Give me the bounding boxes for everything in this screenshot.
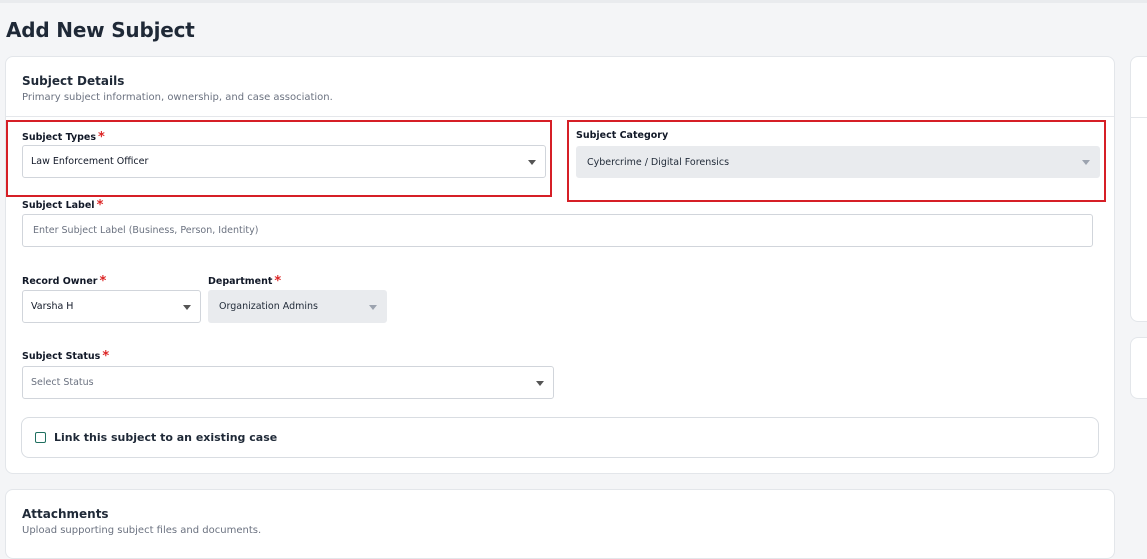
department-select[interactable]: Organization Admins <box>208 290 387 323</box>
record-owner-value: Varsha H <box>31 301 74 312</box>
link-case-checkbox[interactable] <box>35 432 46 443</box>
chevron-down-icon <box>183 304 191 310</box>
required-marker: * <box>96 198 104 213</box>
subject-details-card: Subject Details Primary subject informat… <box>5 56 1115 474</box>
chevron-down-icon <box>369 304 377 310</box>
top-bar <box>0 0 1147 3</box>
subject-label-label: Subject Label * <box>22 198 104 213</box>
attachments-card: Attachments Upload supporting subject fi… <box>5 489 1115 559</box>
department-label: Department * <box>208 274 282 289</box>
link-case-box[interactable]: Link this subject to an existing case <box>21 417 1099 458</box>
side-panel-divider <box>1131 117 1147 118</box>
subject-details-title: Subject Details <box>22 74 125 88</box>
subject-label-input[interactable]: Enter Subject Label (Business, Person, I… <box>22 214 1093 247</box>
attachments-subtitle: Upload supporting subject files and docu… <box>22 525 262 536</box>
link-case-label[interactable]: Link this subject to an existing case <box>54 431 277 444</box>
side-panel-card-secondary <box>1130 337 1147 399</box>
side-panel-card <box>1130 56 1147 322</box>
subject-label-placeholder: Enter Subject Label (Business, Person, I… <box>33 225 259 236</box>
page-title: Add New Subject <box>6 18 195 42</box>
required-marker: * <box>274 274 282 289</box>
subject-details-subtitle: Primary subject information, ownership, … <box>22 92 333 103</box>
section-divider <box>6 116 1114 117</box>
record-owner-select[interactable]: Varsha H <box>22 290 201 323</box>
record-owner-label: Record Owner * <box>22 274 107 289</box>
required-marker: * <box>102 349 110 364</box>
highlight-subject-category <box>567 120 1106 202</box>
attachments-title: Attachments <box>22 507 109 521</box>
subject-status-label: Subject Status * <box>22 349 110 364</box>
subject-status-select[interactable]: Select Status <box>22 366 554 399</box>
required-marker: * <box>99 274 107 289</box>
subject-status-placeholder: Select Status <box>31 377 94 388</box>
department-value: Organization Admins <box>219 301 318 312</box>
chevron-down-icon <box>536 380 544 386</box>
highlight-subject-types <box>6 120 552 197</box>
